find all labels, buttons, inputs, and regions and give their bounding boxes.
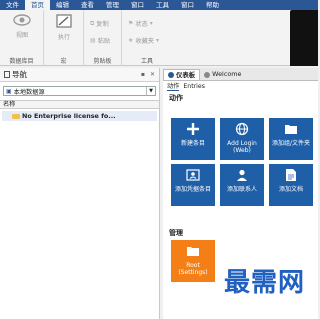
id-card-icon (171, 164, 215, 186)
globe-icon (220, 118, 264, 140)
subtab-actions[interactable]: 动作 (167, 81, 180, 91)
tab-welcome[interactable]: Welcome (200, 69, 245, 80)
navigation-pane: 导航 ▪ ✕ ▣ 本地数据源 ▼ 名称 No Enterprise licens… (0, 68, 160, 319)
menu-file[interactable]: 文件 (0, 0, 25, 10)
section-title-actions: 动作 (169, 94, 183, 102)
folder-icon (12, 113, 20, 119)
ribbon: 视图 数据库目 执行 宏 ⧉ 复制 ▤ 粘贴 剪贴板 ⚑ 状态 ▾ ★ 收藏夹 … (0, 10, 318, 66)
copy-label: 复制 (96, 21, 109, 28)
new-entry-tile[interactable]: 新建条目 (171, 118, 215, 160)
add-credential-tile[interactable]: 添加凭据条目 (171, 164, 215, 206)
tile-label: 添加组/文件夹 (271, 140, 311, 147)
folder-icon (171, 240, 215, 262)
dashboard-subtabs: 动作 Entries (163, 81, 318, 91)
group-label-database: 数据库目 (9, 58, 34, 65)
dark-panel (290, 10, 318, 66)
eye-icon (13, 14, 31, 26)
group-label-macro: 宏 (60, 58, 67, 65)
tile-label: 新建条目 (180, 140, 205, 147)
add-document-tile[interactable]: 添加文档 (269, 164, 313, 206)
view-button[interactable]: 视图 (9, 14, 35, 39)
chevron-down-icon: ▾ (155, 37, 159, 44)
navigation-icon (4, 71, 10, 78)
tab-dashboard-label: 仪表板 (176, 70, 196, 79)
add-folder-tile[interactable]: 添加组/文件夹 (269, 118, 313, 160)
menu-manage[interactable]: 管理 (100, 0, 125, 10)
menu-window-2[interactable]: 窗口 (175, 0, 200, 10)
tile-label: 添加联系人 (226, 186, 257, 193)
root-settings-tile[interactable]: Root (Settings) (171, 240, 215, 282)
tab-welcome-label: Welcome (212, 70, 242, 78)
chevron-down-icon[interactable]: ▼ (146, 87, 155, 95)
navigation-header: 导航 ▪ ✕ (0, 68, 159, 82)
favorites-label: 收藏夹 (135, 38, 154, 45)
document-tabs: 仪表板 Welcome (163, 68, 318, 81)
datasource-select[interactable]: ▣ 本地数据源 ▼ (3, 86, 156, 96)
section-title-manage: 管理 (169, 229, 183, 237)
welcome-icon (204, 71, 211, 78)
pin-icon[interactable]: ▪ (141, 71, 145, 78)
group-label-tools: 工具 (140, 58, 153, 65)
copy-button[interactable]: ⧉ 复制 (90, 19, 109, 29)
execute-icon (56, 14, 72, 28)
dashboard-icon (168, 72, 174, 78)
close-icon[interactable]: ✕ (150, 71, 155, 78)
tile-label: Add Login (Web) (227, 140, 257, 154)
menu-help[interactable]: 帮助 (200, 0, 225, 10)
tile-label: 添加文档 (278, 186, 303, 193)
execute-button[interactable]: 执行 (51, 14, 77, 41)
person-icon (220, 164, 264, 186)
tree-item-label: No Enterprise license fo... (22, 112, 116, 120)
ribbon-group-tools: ⚑ 状态 ▾ ★ 收藏夹 ▾ 工具 (122, 10, 172, 66)
group-label-clipboard: 剪贴板 (93, 58, 112, 65)
menu-home[interactable]: 首页 (25, 0, 50, 10)
star-icon: ★ (128, 37, 134, 44)
tile-label: 添加凭据条目 (174, 186, 211, 193)
menu-view[interactable]: 查看 (75, 0, 100, 10)
ribbon-group-clipboard: ⧉ 复制 ▤ 粘贴 剪贴板 (84, 10, 122, 66)
menu-edit[interactable]: 编辑 (50, 0, 75, 10)
subtab-entries[interactable]: Entries (183, 83, 205, 90)
favorites-button[interactable]: ★ 收藏夹 ▾ (128, 36, 159, 45)
copy-icon: ⧉ (90, 19, 95, 27)
ribbon-group-macro: 执行 宏 (44, 10, 84, 66)
paste-button[interactable]: ▤ 粘贴 (90, 36, 110, 45)
flag-icon: ⚑ (128, 20, 134, 27)
add-contact-tile[interactable]: 添加联系人 (220, 164, 264, 206)
menu-window[interactable]: 窗口 (125, 0, 150, 10)
folder-icon (269, 118, 313, 140)
execute-label: 执行 (57, 34, 70, 41)
document-icon (269, 164, 313, 186)
menu-tools[interactable]: 工具 (150, 0, 175, 10)
datasource-value: 本地数据源 (13, 88, 45, 96)
chevron-down-icon: ▾ (149, 20, 153, 27)
tree-item[interactable]: No Enterprise license fo... (2, 111, 157, 121)
column-header-name[interactable]: 名称 (0, 100, 159, 109)
tab-dashboard[interactable]: 仪表板 (163, 69, 201, 80)
view-label: 视图 (15, 32, 28, 39)
paste-label: 粘贴 (97, 38, 111, 45)
navigation-title: 导航 (12, 70, 27, 79)
database-icon: ▣ (6, 87, 12, 95)
menu-bar: 文件 首页 编辑 查看 管理 窗口 工具 窗口 帮助 (0, 0, 318, 10)
plus-icon (171, 118, 215, 140)
watermark: 最需网 (224, 268, 306, 298)
tile-label: Root (Settings) (178, 262, 208, 276)
status-button[interactable]: ⚑ 状态 ▾ (128, 19, 153, 28)
paste-icon: ▤ (90, 37, 96, 44)
add-login-tile[interactable]: Add Login (Web) (220, 118, 264, 160)
status-label: 状态 (135, 21, 148, 28)
ribbon-group-database: 视图 数据库目 (0, 10, 44, 66)
